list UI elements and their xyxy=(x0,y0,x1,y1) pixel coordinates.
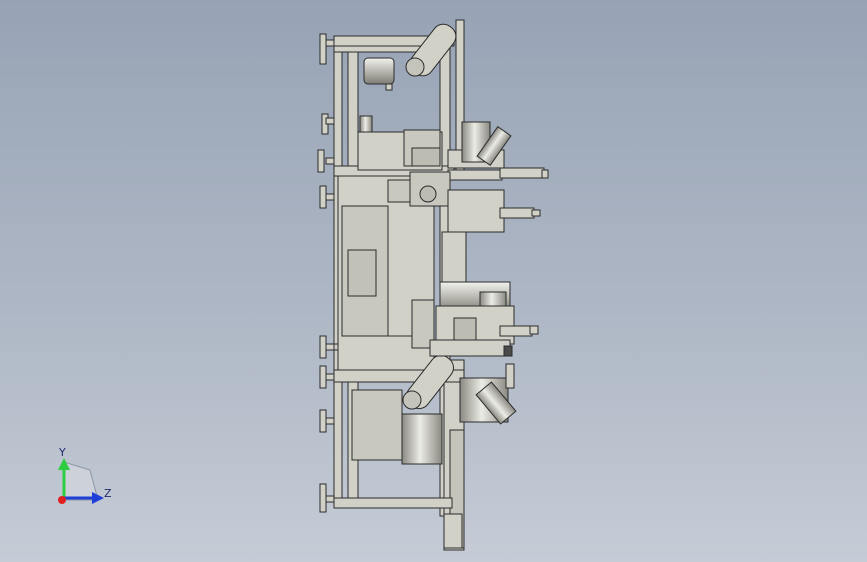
coordinate-triad: Y Z xyxy=(58,446,112,504)
y-axis-label: Y xyxy=(58,446,66,459)
z-axis-label: Z xyxy=(104,487,112,500)
graphics-viewport[interactable]: Y Z xyxy=(0,0,867,562)
